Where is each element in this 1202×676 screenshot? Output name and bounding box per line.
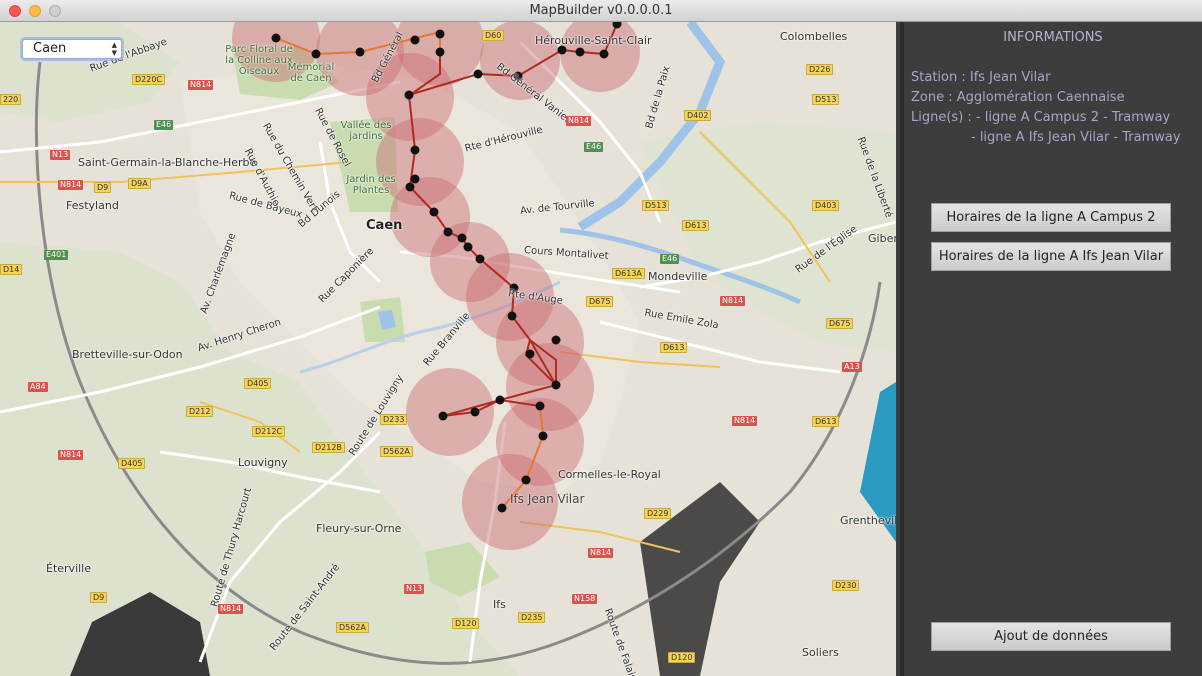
map-label-festyland: Festyland <box>66 199 119 212</box>
map-label-parc-floral: Parc Floral de la Colline aux Oiseaux <box>225 44 293 77</box>
road-badge: D405 <box>118 458 146 469</box>
map-label-eterville: Éterville <box>46 562 91 575</box>
mapbuilder-window: MapBuilder v0.0.0.0.1 Caen Mondeville Hé… <box>0 0 1202 676</box>
map-label-bretteville: Bretteville-sur-Odon <box>72 348 183 361</box>
road-badge: N814 <box>732 416 758 426</box>
road-badge: D120 <box>452 618 480 629</box>
road-badge: 220 <box>0 94 22 105</box>
road-badge: D233 <box>380 414 408 425</box>
selected-station-label: Ifs Jean Vilar <box>510 492 585 506</box>
road-badge: D229 <box>644 508 672 519</box>
map-label-vallee-jardins: Vallée des jardins <box>340 120 392 142</box>
road-badge: D14 <box>0 264 23 275</box>
map-label-giberville: Giber <box>868 232 896 245</box>
road-badge: D220C <box>132 74 166 85</box>
road-badge: E46 <box>660 254 680 264</box>
map-label-memorial: Mémorial de Caen <box>287 62 335 84</box>
city-select[interactable]: Caen ▲ ▼ <box>22 39 122 59</box>
map-label-jardin-plantes: Jardin des Plantes <box>346 174 396 196</box>
road-badge: D613 <box>812 416 840 427</box>
road-badge: N814 <box>58 450 84 460</box>
map-label-cormelles: Cormelles-le-Royal <box>558 468 661 481</box>
map-label-soliers: Soliers <box>802 646 839 659</box>
road-badge: D675 <box>826 318 854 329</box>
road-badge: D405 <box>244 378 272 389</box>
road-badge: D562A <box>380 446 413 457</box>
road-badge: N814 <box>58 180 84 190</box>
map-label-colombelles: Colombelles <box>780 30 848 43</box>
map-view[interactable]: Caen Mondeville Hérouville-Saint-Clair C… <box>0 22 896 676</box>
add-data-button[interactable]: Ajout de données <box>931 622 1171 651</box>
city-select-value: Caen <box>33 41 67 56</box>
map-label-grentheville: Grentheville <box>840 514 896 527</box>
road-badge: N13 <box>404 584 425 594</box>
road-badge: N814 <box>566 116 592 126</box>
road-badge: D212C <box>252 426 286 437</box>
road-badge: D513 <box>812 94 840 105</box>
schedule-campus2-button[interactable]: Horaires de la ligne A Campus 2 <box>931 203 1171 232</box>
road-badge: D613 <box>660 342 688 353</box>
road-badge: D9 <box>90 592 108 603</box>
road-badge: N814 <box>218 604 244 614</box>
road-badge: A84 <box>28 382 48 392</box>
road-badge: D226 <box>806 64 834 75</box>
map-label-caen: Caen <box>366 218 403 233</box>
road-badge: A13 <box>842 362 862 372</box>
road-badge: N814 <box>720 296 746 306</box>
station-info: Station : Ifs Jean Vilar <box>911 70 1051 85</box>
schedule-ifs-button[interactable]: Horaires de la ligne A Ifs Jean Vilar <box>931 242 1171 271</box>
panel-title: INFORMATIONS <box>1003 30 1103 45</box>
road-badge: D212 <box>186 406 214 417</box>
lines-info-extra: - ligne A Ifs Jean Vilar - Tramway <box>971 130 1181 145</box>
map-label-saint-germain: Saint-Germain-la-Blanche-Herbe <box>78 156 257 169</box>
map-label-fleury: Fleury-sur-Orne <box>316 522 402 535</box>
up-down-arrows-icon: ▲ ▼ <box>111 41 117 57</box>
road-badge: E401 <box>44 250 69 260</box>
road-badge: D513 <box>642 200 670 211</box>
road-badge: N814 <box>588 548 614 558</box>
road-badge: D9 <box>94 182 112 193</box>
road-badge: E46 <box>584 142 604 152</box>
road-badge: N158 <box>572 594 598 604</box>
map-label-mondeville: Mondeville <box>648 270 708 283</box>
road-badge: D120 <box>668 652 696 663</box>
road-badge: D402 <box>684 110 712 121</box>
road-badge: D9A <box>128 178 151 189</box>
road-badge: D613 <box>682 220 710 231</box>
lines-info: Ligne(s) : - ligne A Campus 2 - Tramway <box>911 110 1171 125</box>
map-label-herouville: Hérouville-Saint-Clair <box>535 34 652 47</box>
road-badge: D60 <box>482 30 505 41</box>
map-label-ifs: Ifs <box>493 598 506 611</box>
info-panel: INFORMATIONS Station : Ifs Jean Vilar Zo… <box>900 22 1202 676</box>
road-badge: D230 <box>832 580 860 591</box>
title-bar[interactable]: MapBuilder v0.0.0.0.1 <box>0 0 1202 22</box>
map-label-louvigny: Louvigny <box>238 456 288 469</box>
road-badge: D675 <box>586 296 614 307</box>
window-title: MapBuilder v0.0.0.0.1 <box>529 3 673 18</box>
road-badge: D403 <box>812 200 840 211</box>
road-badge: D235 <box>518 612 546 623</box>
road-badge: N814 <box>188 80 214 90</box>
zone-info: Zone : Agglomération Caennaise <box>911 90 1125 105</box>
road-badge: D212B <box>312 442 345 453</box>
road-badge: D613A <box>612 268 645 279</box>
road-badge: D562A <box>336 622 369 633</box>
road-badge: E46 <box>154 120 174 130</box>
road-badge: N13 <box>50 150 71 160</box>
